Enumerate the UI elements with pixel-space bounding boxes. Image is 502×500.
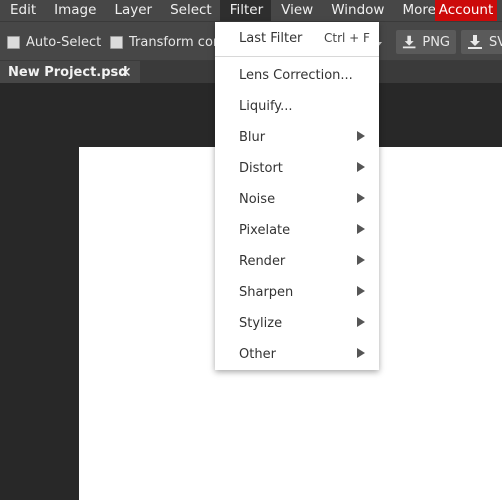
transform-controls-checkbox[interactable]: [110, 36, 123, 49]
menu-item-label: Noise: [239, 192, 276, 207]
document-tab-title: New Project.psd: [8, 64, 128, 80]
menu-item-stylize[interactable]: Stylize: [215, 312, 379, 336]
menu-divider: [215, 56, 379, 57]
submenu-arrow-icon: [357, 286, 365, 296]
export-svg-label: SV: [489, 34, 502, 50]
menu-item-label: Blur: [239, 130, 266, 145]
submenu-arrow-icon: [357, 317, 365, 327]
submenu-arrow-icon: [357, 162, 365, 172]
close-icon[interactable]: ✕: [120, 65, 132, 81]
submenu-arrow-icon: [357, 348, 365, 358]
menu-item-last-filter[interactable]: Last Filter Ctrl + F: [215, 27, 379, 51]
menu-item-label: Sharpen: [239, 285, 294, 300]
export-png-label: PNG: [422, 34, 450, 50]
menu-item-label: Stylize: [239, 316, 283, 331]
submenu-arrow-icon: [357, 193, 365, 203]
menu-item-label: Liquify...: [239, 99, 293, 114]
menu-filter[interactable]: Filter: [219, 0, 272, 21]
menu-edit[interactable]: Edit: [0, 0, 44, 21]
download-icon: [468, 35, 482, 49]
document-tab[interactable]: New Project.psd ✕: [0, 61, 140, 83]
submenu-arrow-icon: [357, 255, 365, 265]
submenu-arrow-icon: [357, 224, 365, 234]
menubar: Edit Image Layer Select Filter View Wind…: [0, 0, 502, 22]
submenu-arrow-icon: [357, 131, 365, 141]
account-button[interactable]: Account: [435, 0, 497, 21]
menu-item-other[interactable]: Other: [215, 343, 379, 367]
auto-select-checkbox[interactable]: [7, 36, 20, 49]
export-png-button[interactable]: PNG: [396, 30, 456, 54]
auto-select-option[interactable]: Auto-Select: [7, 35, 101, 50]
menu-item-noise[interactable]: Noise: [215, 188, 379, 212]
menu-layer[interactable]: Layer: [104, 0, 160, 21]
menu-item-label: Pixelate: [239, 223, 291, 238]
menu-item-label: Render: [239, 254, 286, 269]
menu-view[interactable]: View: [271, 0, 321, 21]
menu-item-label: Distort: [239, 161, 283, 176]
menu-item-label: Lens Correction...: [239, 68, 353, 83]
menu-item-blur[interactable]: Blur: [215, 126, 379, 150]
menu-item-liquify[interactable]: Liquify...: [215, 95, 379, 119]
download-icon: [402, 35, 416, 49]
menu-item-lens-correction[interactable]: Lens Correction...: [215, 64, 379, 88]
auto-select-label: Auto-Select: [26, 35, 102, 50]
menu-item-render[interactable]: Render: [215, 250, 379, 274]
last-filter-shortcut: Ctrl + F: [324, 31, 370, 45]
menu-window[interactable]: Window: [321, 0, 392, 21]
transform-controls-label: Transform con: [129, 35, 222, 50]
menu-item-sharpen[interactable]: Sharpen: [215, 281, 379, 305]
menu-item-pixelate[interactable]: Pixelate: [215, 219, 379, 243]
menu-item-distort[interactable]: Distort: [215, 157, 379, 181]
menu-image[interactable]: Image: [44, 0, 104, 21]
last-filter-label: Last Filter: [239, 31, 303, 46]
export-svg-button[interactable]: SV: [461, 30, 502, 54]
filter-menu: Last Filter Ctrl + F Lens Correction... …: [215, 22, 379, 370]
transform-controls-option[interactable]: Transform con: [110, 35, 221, 50]
menu-item-label: Other: [239, 347, 276, 362]
menu-select[interactable]: Select: [160, 0, 220, 21]
